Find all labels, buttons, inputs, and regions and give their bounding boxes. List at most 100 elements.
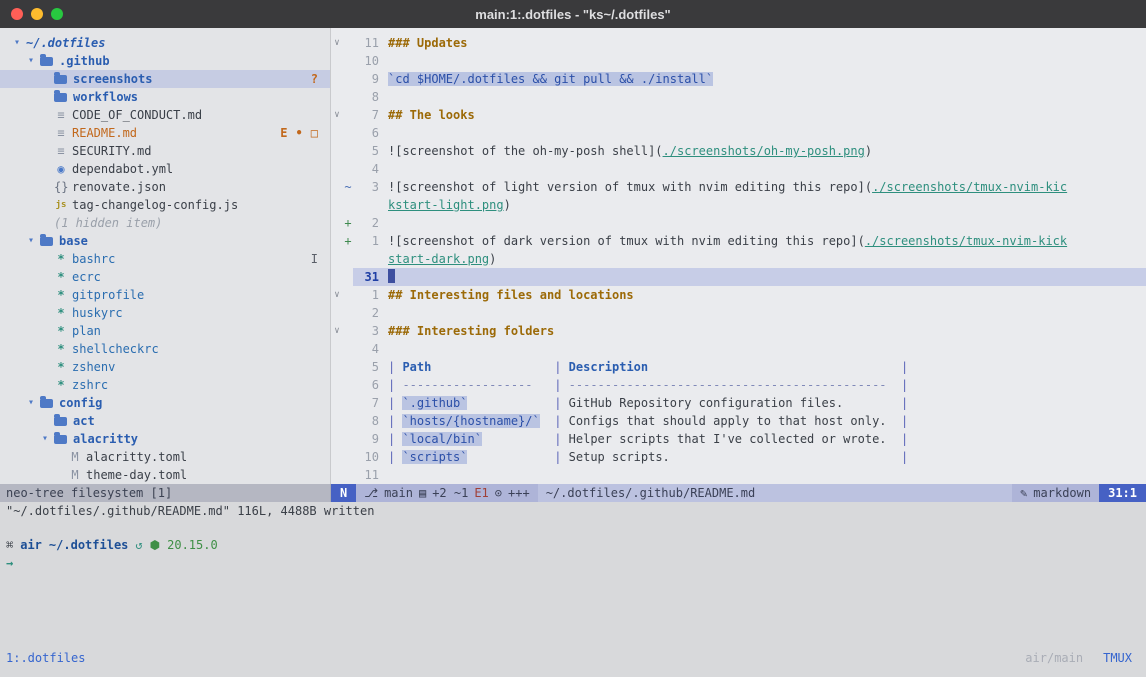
minimize-button[interactable] [31, 8, 43, 20]
tree-item-act[interactable]: act [0, 412, 330, 430]
tree-item-1-hidden-item[interactable]: (1 hidden item) [0, 214, 330, 232]
tree-item-config[interactable]: ▾config [0, 394, 330, 412]
editor-line[interactable]: 8| `hosts/{hostname}/` | Configs that sh… [331, 412, 1146, 430]
editor-line[interactable]: 9| `local/bin` | Helper scripts that I'v… [331, 430, 1146, 448]
tree-item-alacritty[interactable]: ▾alacritty [0, 430, 330, 448]
fullscreen-button[interactable] [51, 8, 63, 20]
close-button[interactable] [11, 8, 23, 20]
tree-item-renovate-json[interactable]: {}renovate.json [0, 178, 330, 196]
editor-line[interactable]: 6| ------------------ | ----------------… [331, 376, 1146, 394]
editor-line[interactable]: 4 [331, 340, 1146, 358]
editor-line[interactable]: ∨7## The looks [331, 106, 1146, 124]
fold-chevron-icon[interactable]: ∨ [331, 34, 343, 52]
fold-chevron-icon[interactable]: ∨ [331, 106, 343, 124]
cursor [388, 269, 395, 283]
editor-line[interactable]: ∨11### Updates [331, 34, 1146, 52]
tree-item-label: .github [59, 52, 110, 70]
tree-item-label: tag-changelog-config.js [72, 196, 238, 214]
shell-area[interactable]: ⌘ air ~/.dotfiles ↺ ⬢ 20.15.0 → [0, 520, 1146, 647]
markdown-link[interactable]: ./screenshots/oh-my-posh.png [663, 144, 865, 158]
text-segment: | [554, 450, 568, 464]
tree-item-github[interactable]: ▾ .github [0, 52, 330, 70]
text-segment: ### Updates [388, 36, 467, 50]
fold-spacer [331, 214, 343, 232]
editor-line[interactable]: ∨1## Interesting files and locations [331, 286, 1146, 304]
editor-line[interactable]: start-dark.png) [331, 250, 1146, 268]
sign-spacer [343, 304, 353, 322]
tree-item-dotfiles[interactable]: ▾~/.dotfiles [0, 34, 330, 52]
tree-item-security-md[interactable]: ≡SECURITY.md [0, 142, 330, 160]
tree-item-ecrc[interactable]: *ecrc [0, 268, 330, 286]
line-number: 4 [353, 160, 379, 178]
expander-icon[interactable]: ▾ [38, 430, 52, 448]
tree-item-badges: I [311, 250, 330, 268]
dotfile-star-icon: * [54, 268, 68, 286]
editor-line[interactable]: 31 [331, 268, 1146, 286]
expander-icon[interactable]: ▾ [24, 232, 38, 250]
folder-icon [40, 57, 53, 66]
dependabot-icon: ◉ [54, 160, 68, 178]
editor-pane[interactable]: ∨11### Updates109`cd $HOME/.dotfiles && … [331, 28, 1146, 484]
line-text [379, 160, 388, 178]
text-segment: | [388, 360, 402, 374]
line-number: 2 [353, 214, 379, 232]
tree-item-zshrc[interactable]: *zshrc [0, 376, 330, 394]
tree-item-plan[interactable]: *plan [0, 322, 330, 340]
tree-item-bashrc[interactable]: *bashrcI [0, 250, 330, 268]
tree-item-theme-day-toml[interactable]: Mtheme-day.toml [0, 466, 330, 484]
text-segment: ![screenshot of the oh-my-posh shell]( [388, 144, 663, 158]
tree-item-huskyrc[interactable]: *huskyrc [0, 304, 330, 322]
shell-input-line[interactable]: → [6, 554, 1140, 572]
editor-line[interactable]: +1![screenshot of dark version of tmux w… [331, 232, 1146, 250]
tree-item-alacritty-toml[interactable]: Malacritty.toml [0, 448, 330, 466]
markdown-link[interactable]: ./screenshots/tmux-nvim-kic [872, 180, 1067, 194]
tree-item-dependabot-yml[interactable]: ◉dependabot.yml [0, 160, 330, 178]
editor-line[interactable]: ∨3### Interesting folders [331, 322, 1146, 340]
tree-item-code-of-conduct-md[interactable]: ≡CODE_OF_CONDUCT.md [0, 106, 330, 124]
line-number: 7 [353, 394, 379, 412]
tree-item-screenshots[interactable]: screenshots? [0, 70, 330, 88]
editor-line[interactable]: 7| `.github` | GitHub Repository configu… [331, 394, 1146, 412]
editor-line[interactable]: 8 [331, 88, 1146, 106]
tree-item-gitprofile[interactable]: *gitprofile [0, 286, 330, 304]
editor-line[interactable]: ~3![screenshot of light version of tmux … [331, 178, 1146, 196]
fold-chevron-icon[interactable]: ∨ [331, 286, 343, 304]
diagnostics-extra: +++ [508, 484, 530, 502]
fold-chevron-icon[interactable]: ∨ [331, 322, 343, 340]
expander-icon[interactable]: ▾ [24, 52, 38, 70]
markdown-link[interactable]: ./screenshots/tmux-nvim-kick [865, 234, 1067, 248]
editor-line[interactable]: 5![screenshot of the oh-my-posh shell](.… [331, 142, 1146, 160]
markdown-link[interactable]: start-dark.png [388, 252, 489, 266]
sign-spacer [343, 196, 353, 214]
folder-icon [54, 417, 67, 426]
tree-item-shellcheckrc[interactable]: *shellcheckrc [0, 340, 330, 358]
text-segment [648, 360, 901, 374]
text-segment: | [901, 414, 908, 428]
editor-line[interactable]: 10| `scripts` | Setup scripts. | [331, 448, 1146, 466]
editor-line[interactable]: 6 [331, 124, 1146, 142]
tree-item-base[interactable]: ▾base [0, 232, 330, 250]
tree-item-label: plan [72, 322, 101, 340]
sign-spacer [343, 322, 353, 340]
editor-line[interactable]: 10 [331, 52, 1146, 70]
editor-line[interactable]: 2 [331, 304, 1146, 322]
neotree-statusline: neo-tree filesystem [1] [0, 484, 331, 502]
editor-line[interactable]: 4 [331, 160, 1146, 178]
git-branch-label: main [384, 484, 413, 502]
tree-item-readme-md[interactable]: ≡README.mdE•□ [0, 124, 330, 142]
folder-icon [40, 399, 53, 408]
traffic-lights [0, 8, 63, 20]
tree-item-workflows[interactable]: workflows [0, 88, 330, 106]
expander-icon[interactable]: ▾ [24, 394, 38, 412]
expander-icon[interactable]: ▾ [10, 34, 24, 52]
editor-line[interactable]: 9`cd $HOME/.dotfiles && git pull && ./in… [331, 70, 1146, 88]
text-segment [431, 360, 554, 374]
tree-item-tag-changelog-config-js[interactable]: jstag-changelog-config.js [0, 196, 330, 214]
editor-line[interactable]: 5| Path | Description | [331, 358, 1146, 376]
tree-item-zshenv[interactable]: *zshenv [0, 358, 330, 376]
editor-line[interactable]: 11 [331, 466, 1146, 484]
editor-line[interactable]: kstart-light.png) [331, 196, 1146, 214]
editor-line[interactable]: +2 [331, 214, 1146, 232]
tmux-window-tab[interactable]: 1:.dotfiles [6, 649, 85, 667]
markdown-link[interactable]: kstart-light.png [388, 198, 504, 212]
